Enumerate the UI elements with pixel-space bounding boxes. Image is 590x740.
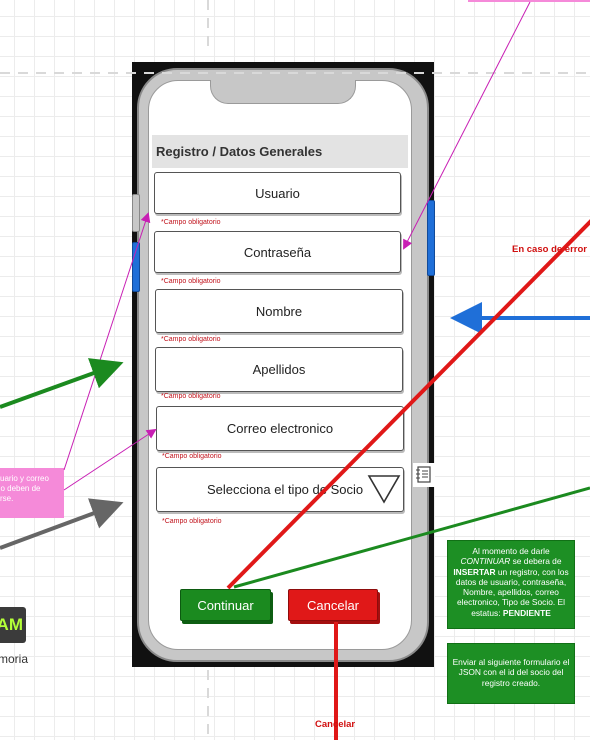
json-send-note: Enviar al siguiente formulario el JSON c… [447, 643, 575, 704]
chevron-down-icon [367, 475, 401, 504]
cancel-button[interactable]: Cancelar [288, 589, 378, 621]
notebook-icon [413, 463, 435, 487]
partner-type-select[interactable]: Selecciona el tipo de Socio [156, 467, 404, 512]
logo-caption: moria [0, 652, 29, 666]
email-input[interactable]: Correo electronico [156, 406, 404, 451]
lastname-input[interactable]: Apellidos [155, 347, 403, 392]
insert-record-note: Al momento de darle CONTINUAR se debera … [447, 540, 575, 629]
phone-side-button [132, 194, 140, 232]
phone-volume-button [132, 242, 140, 292]
insert-note-part-1: Al momento de darle [472, 546, 550, 556]
logo: AM [0, 607, 26, 643]
phone-power-button [427, 200, 435, 276]
cancel-label: Cancelar [315, 719, 356, 730]
email-required-note: *Campo obligatorio [162, 453, 222, 460]
username-input[interactable]: Usuario [154, 172, 401, 214]
continue-button[interactable]: Continuar [180, 589, 271, 621]
pink-note-line-3: tirse. [0, 494, 14, 503]
error-label: En caso de error [512, 244, 587, 255]
username-required-note: *Campo obligatorio [161, 219, 221, 226]
pink-note-line-2: no deben de [0, 484, 41, 493]
phone-notch [210, 80, 356, 104]
green-arrow-left [0, 358, 124, 409]
insert-note-status: PENDIENTE [502, 607, 551, 618]
insert-note-insertar: INSERTAR [453, 566, 496, 577]
password-input[interactable]: Contraseña [154, 231, 401, 273]
partner-type-required-note: *Campo obligatorio [162, 518, 222, 525]
insert-note-part-3: se debera de [510, 556, 562, 567]
pink-note-left: suario y correo no deben de tirse. [0, 468, 64, 518]
name-required-note: *Campo obligatorio [161, 336, 221, 343]
insert-note-continuar: CONTINUAR [460, 556, 511, 567]
name-input[interactable]: Nombre [155, 289, 403, 333]
lastname-required-note: *Campo obligatorio [161, 393, 221, 400]
pink-note-top [468, 0, 590, 2]
password-required-note: *Campo obligatorio [161, 278, 221, 285]
form-title: Registro / Datos Generales [152, 135, 408, 168]
pink-note-line-1: suario y correo [0, 474, 49, 483]
partner-type-select-label: Selecciona el tipo de Socio [207, 482, 364, 497]
